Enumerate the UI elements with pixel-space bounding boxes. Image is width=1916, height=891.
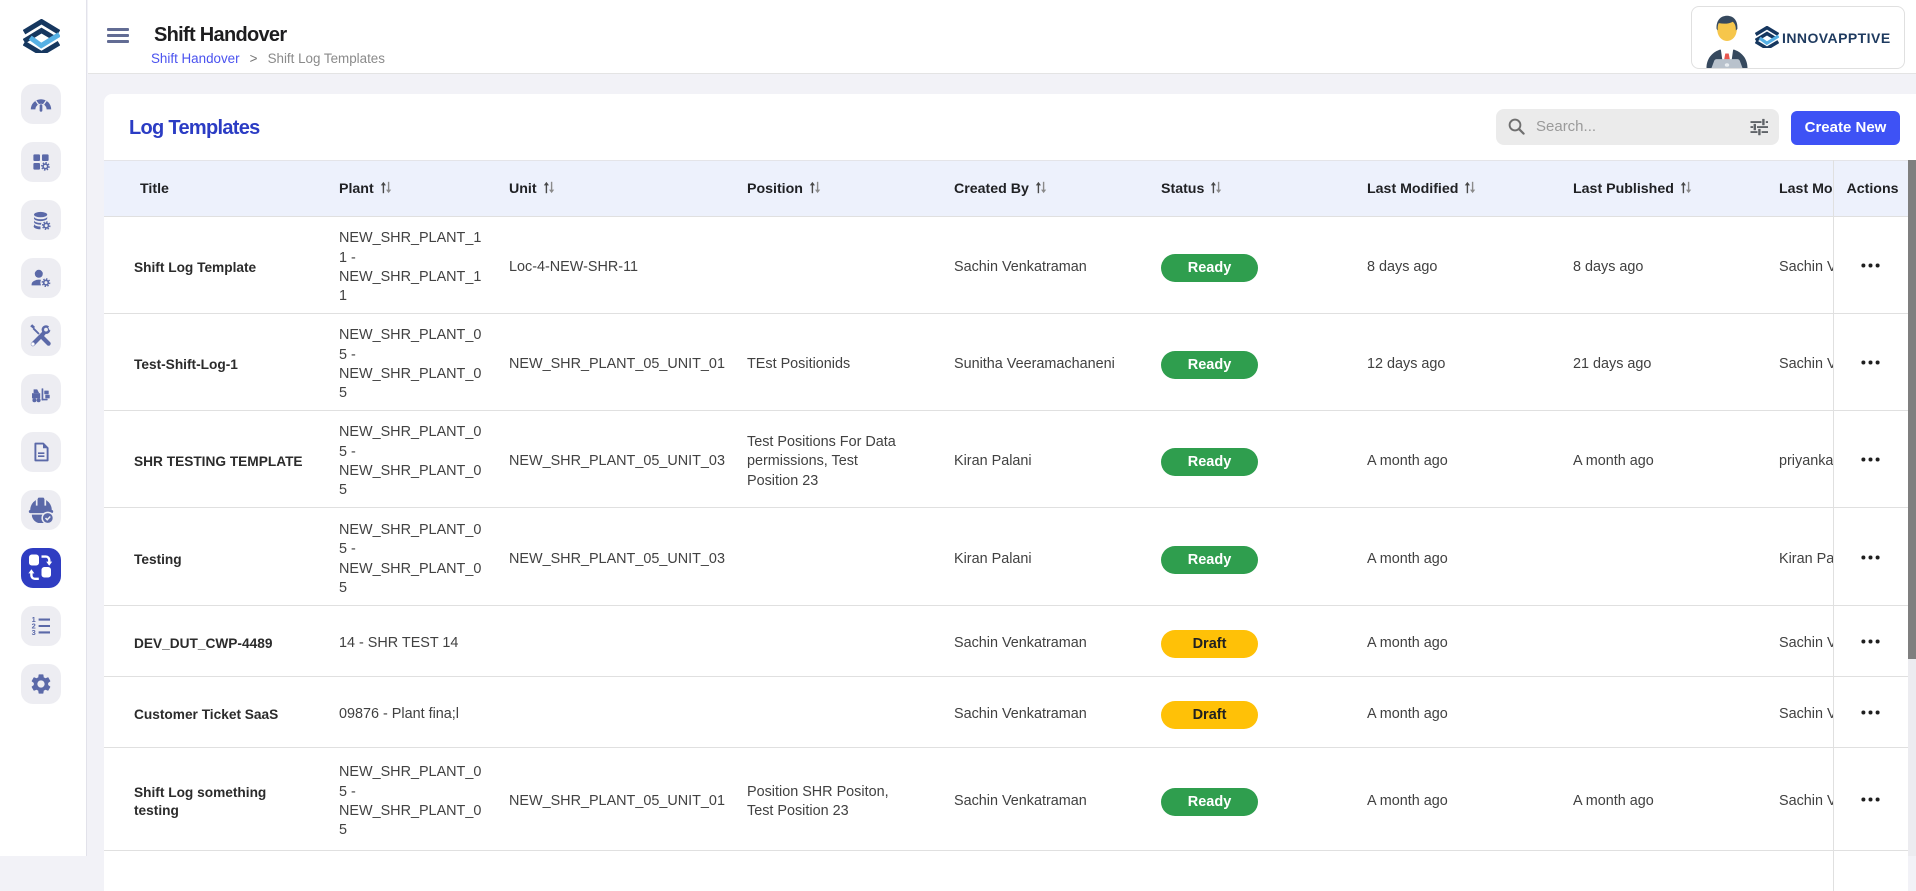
- svg-text:3: 3: [32, 628, 36, 637]
